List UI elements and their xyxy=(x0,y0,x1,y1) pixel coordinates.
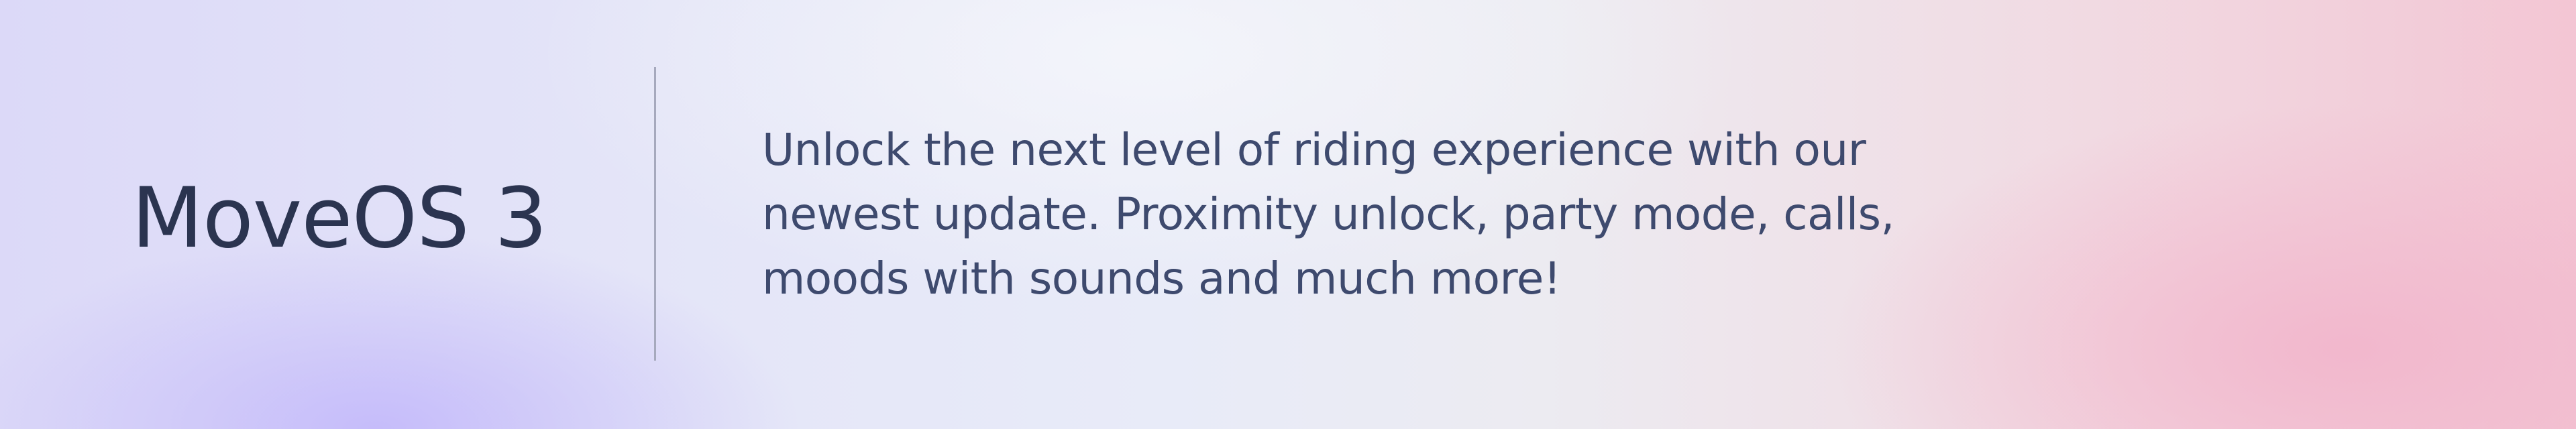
vertical-divider xyxy=(654,67,656,361)
promo-banner: MoveOS 3 Unlock the next level of riding… xyxy=(0,0,2576,429)
banner-title: MoveOS 3 xyxy=(131,170,547,267)
banner-description: Unlock the next level of riding experien… xyxy=(762,124,1895,304)
